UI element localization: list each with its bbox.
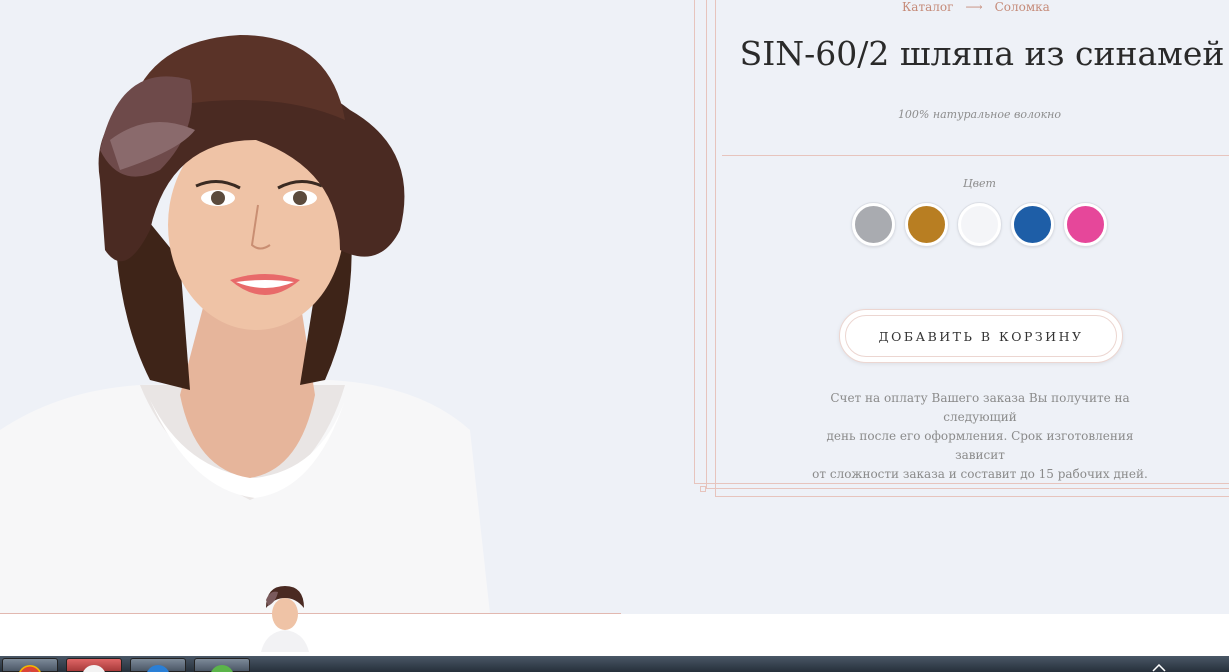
breadcrumb: Каталог ⟶ Соломка xyxy=(902,0,1050,14)
taskbar-ie-button[interactable] xyxy=(130,658,186,672)
tray-arrow-icon[interactable] xyxy=(1152,664,1166,672)
taskbar-chrome-button[interactable] xyxy=(2,658,58,672)
color-swatch-grey[interactable] xyxy=(852,203,895,246)
add-to-cart-label: ДОБАВИТЬ В КОРЗИНУ xyxy=(845,315,1117,357)
color-swatch-white[interactable] xyxy=(958,203,1001,246)
order-note-line: от сложности заказа и составит до 15 раб… xyxy=(812,467,1148,481)
product-thumbnail[interactable] xyxy=(256,582,314,652)
product-photo xyxy=(0,0,620,614)
order-note: Счет на оплату Вашего заказа Вы получите… xyxy=(802,389,1158,484)
color-swatch-blue[interactable] xyxy=(1011,203,1054,246)
taskbar-app-button[interactable] xyxy=(66,658,122,672)
order-note-line: Счет на оплату Вашего заказа Вы получите… xyxy=(830,391,1130,424)
breadcrumb-catalog-link[interactable]: Каталог xyxy=(902,0,953,14)
app-icon xyxy=(82,665,106,672)
product-subtitle: 100% натуральное волокно xyxy=(897,108,1062,121)
color-swatches xyxy=(852,203,1107,246)
color-swatch-mustard[interactable] xyxy=(905,203,948,246)
color-label: Цвет xyxy=(963,177,996,190)
chrome-icon xyxy=(18,665,42,672)
model-with-hat-image xyxy=(0,35,490,614)
product-title: SIN-60/2 шляпа из синамей xyxy=(739,34,1225,73)
ie-icon xyxy=(146,665,170,672)
order-note-line: день после его оформления. Срок изготовл… xyxy=(826,429,1134,462)
frame-corner xyxy=(700,486,706,492)
add-to-cart-button[interactable]: ДОБАВИТЬ В КОРЗИНУ xyxy=(839,309,1123,363)
divider xyxy=(722,155,1229,156)
bottom-strip xyxy=(0,614,1229,656)
taskbar-evernote-button[interactable] xyxy=(194,658,250,672)
breadcrumb-current-link[interactable]: Соломка xyxy=(995,0,1050,14)
color-swatch-pink[interactable] xyxy=(1064,203,1107,246)
evernote-icon xyxy=(210,665,234,672)
breadcrumb-arrow-icon: ⟶ xyxy=(965,0,983,14)
